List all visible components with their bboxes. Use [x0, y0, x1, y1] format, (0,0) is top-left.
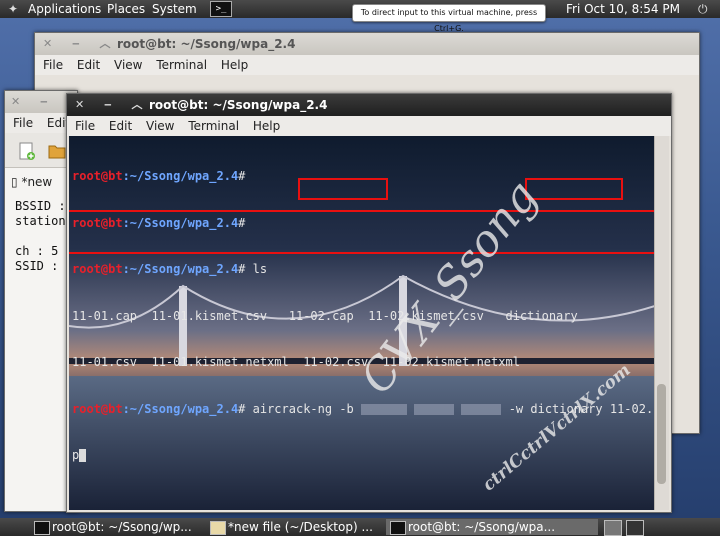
menu-view[interactable]: View	[114, 58, 142, 72]
tab-label: *new	[21, 175, 53, 189]
terminal-cursor	[79, 449, 87, 462]
text-line: SSID :	[15, 259, 59, 273]
taskbar-item-front-terminal[interactable]: root@bt: ~/Ssong/wpa...	[386, 519, 598, 535]
front-terminal-window[interactable]: ✕︎ ‒ ︿ root@bt: ~/Ssong/wpa_2.4 File Edi…	[66, 93, 672, 513]
text-line	[15, 229, 66, 244]
highlight-box-command	[69, 210, 655, 254]
menu-file[interactable]: File	[43, 58, 63, 72]
taskbar-item-label: root@bt: ~/Ssong/wpa...	[408, 520, 556, 534]
menu-edit[interactable]: Edit	[109, 119, 132, 133]
highlight-box-cap-file	[298, 178, 388, 200]
terminal-line: root@bt:~/Ssong/wpa_2.4# ls	[72, 262, 268, 276]
terminal-launcher-icon[interactable]: >_	[210, 1, 232, 17]
gedit-text-area[interactable]: BSSID : station ch : 5 SSID :	[15, 199, 66, 274]
menu-edit[interactable]: Edit	[77, 58, 100, 72]
taskbar: root@bt: ~/Ssong/wp... *new file (~/Desk…	[0, 518, 720, 536]
menu-view[interactable]: View	[146, 119, 174, 133]
vm-input-tooltip: To direct input to this virtual machine,…	[352, 4, 546, 33]
back-terminal-title: root@bt: ~/Ssong/wpa_2.4	[117, 37, 296, 51]
tab-new-file[interactable]: ▯ *new	[11, 175, 52, 189]
back-terminal-titlebar[interactable]: ✕︎ ‒ ︿ root@bt: ~/Ssong/wpa_2.4	[35, 33, 699, 55]
applications-icon: ✦	[8, 2, 19, 16]
text-editor-icon	[210, 521, 226, 535]
document-icon: ▯	[11, 175, 18, 189]
taskbar-item-label: root@bt: ~/Ssong/wp...	[52, 520, 192, 534]
menu-file[interactable]: File	[13, 116, 33, 130]
clock[interactable]: Fri Oct 10, 8:54 PM	[566, 0, 680, 18]
menu-terminal[interactable]: Terminal	[188, 119, 239, 133]
power-icon[interactable]: ⏻	[698, 2, 712, 16]
scrollbar-thumb[interactable]	[657, 384, 666, 484]
open-folder-icon[interactable]	[47, 141, 67, 161]
front-terminal-menubar: File Edit View Terminal Help	[67, 116, 671, 136]
taskbar-item-back-terminal[interactable]: root@bt: ~/Ssong/wp...	[30, 519, 192, 535]
menu-system[interactable]: System	[152, 0, 197, 18]
terminal-line: p	[72, 448, 655, 464]
workspace-2[interactable]	[626, 520, 644, 536]
text-line: BSSID :	[15, 199, 66, 213]
menu-help[interactable]: Help	[253, 119, 280, 133]
redacted-bssid	[461, 403, 502, 415]
window-buttons[interactable]: ✕︎ ‒ ︿	[43, 33, 119, 55]
ls-output-row: 11-01.cap 11-01.kismet.csv 11-02.cap 11-…	[72, 308, 578, 323]
menu-file[interactable]: File	[75, 119, 95, 133]
taskbar-item-gedit[interactable]: *new file (~/Desktop) ...	[206, 519, 373, 535]
redacted-bssid	[414, 403, 455, 415]
text-line: station	[15, 214, 66, 228]
front-terminal-title: root@bt: ~/Ssong/wpa_2.4	[149, 98, 328, 112]
terminal-output[interactable]: root@bt:~/Ssong/wpa_2.4# root@bt:~/Ssong…	[69, 136, 655, 510]
front-terminal-titlebar[interactable]: ✕︎ ‒ ︿ root@bt: ~/Ssong/wpa_2.4	[67, 94, 671, 116]
taskbar-item-label: *new file (~/Desktop) ...	[228, 520, 373, 534]
terminal-icon	[34, 521, 50, 535]
workspace-1[interactable]	[604, 520, 622, 536]
window-buttons[interactable]: ✕︎ ‒	[11, 91, 56, 113]
back-terminal-menubar: File Edit View Terminal Help	[35, 55, 699, 75]
menu-applications[interactable]: Applications	[28, 0, 101, 18]
window-buttons[interactable]: ✕︎ ‒ ︿	[75, 94, 151, 116]
menu-terminal[interactable]: Terminal	[156, 58, 207, 72]
new-document-icon[interactable]	[17, 141, 37, 161]
menu-help[interactable]: Help	[221, 58, 248, 72]
terminal-icon	[390, 521, 406, 535]
terminal-scrollbar[interactable]	[654, 136, 669, 510]
redacted-bssid	[361, 403, 407, 415]
text-line: ch : 5	[15, 244, 59, 258]
menu-places[interactable]: Places	[107, 0, 145, 18]
